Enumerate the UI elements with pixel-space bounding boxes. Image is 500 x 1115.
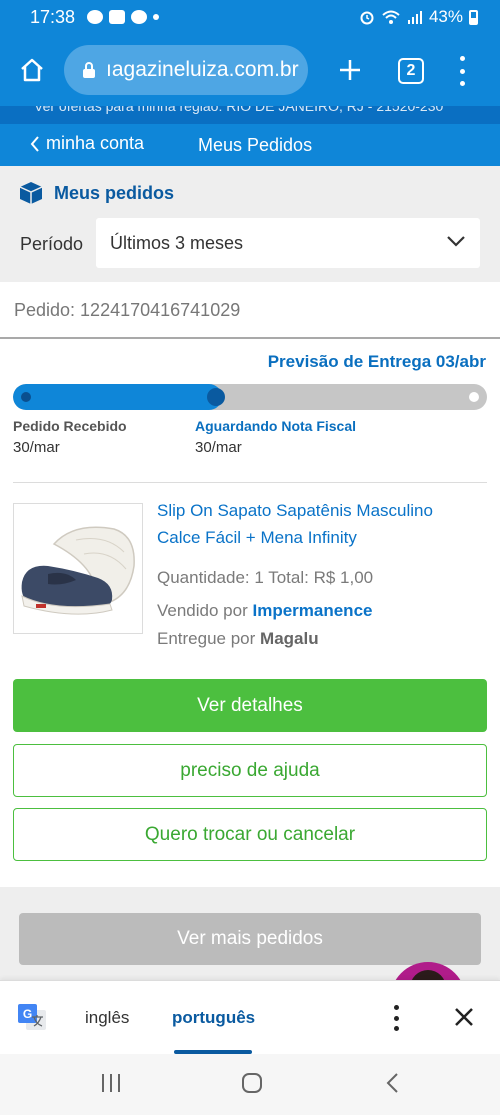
recents-bar xyxy=(102,1074,104,1092)
seller-link[interactable]: Impermanence xyxy=(252,601,372,620)
translate-bar: G inglês português xyxy=(0,980,500,1054)
status-time: 17:38 xyxy=(30,6,76,27)
home-button[interactable] xyxy=(0,34,64,106)
close-icon[interactable] xyxy=(452,1005,476,1029)
menu-dot xyxy=(393,1026,399,1031)
notification-icons xyxy=(87,10,160,24)
region-banner-text: Ver ofertas para minha região: RIO DE JA… xyxy=(34,106,444,114)
google-translate-icon: G xyxy=(18,1004,46,1030)
progress-end-dot xyxy=(469,392,479,402)
menu-dot xyxy=(459,81,465,86)
deliverer-name: Magalu xyxy=(260,629,319,648)
home-icon xyxy=(21,58,43,82)
chevron-down-icon xyxy=(447,236,465,247)
menu-dot xyxy=(393,1005,399,1010)
system-status: 43% xyxy=(359,7,478,27)
menu-dot xyxy=(393,1015,399,1021)
order-number: Pedido: 1224170416741029 xyxy=(14,300,241,320)
delivered-by-label: Entregue por xyxy=(157,629,256,648)
seller-line: Vendido por Impermanence xyxy=(157,601,372,621)
lock-icon xyxy=(83,62,95,78)
section-title: Meus pedidos xyxy=(18,180,174,206)
page-nav-bar: minha conta Meus Pedidos xyxy=(0,124,500,166)
region-banner[interactable]: Ver ofertas para minha região: RIO DE JA… xyxy=(0,106,500,124)
alarm-icon xyxy=(360,11,374,25)
back-to-account-link[interactable]: minha conta xyxy=(30,133,144,154)
tab-switcher-button[interactable]: 2 xyxy=(398,58,424,84)
need-help-button[interactable]: preciso de ajuda xyxy=(13,744,487,797)
progress-current-marker xyxy=(206,388,225,406)
translate-menu-button[interactable] xyxy=(386,1005,406,1031)
sold-by-label: Vendido por xyxy=(157,601,248,620)
shoe-image xyxy=(14,504,142,633)
section-title-label: Meus pedidos xyxy=(54,182,175,203)
chevron-left-icon xyxy=(30,135,39,152)
menu-dot xyxy=(459,56,465,61)
step-awaiting-invoice: Aguardando Nota Fiscal 30/mar xyxy=(195,415,356,459)
divider xyxy=(0,337,500,339)
period-select[interactable]: Últimos 3 meses xyxy=(96,218,480,268)
wifi-icon xyxy=(382,10,400,24)
menu-dot xyxy=(459,68,465,74)
back-link-label: minha conta xyxy=(46,133,145,153)
app-notification-icon xyxy=(109,10,126,24)
battery-icon xyxy=(469,9,478,25)
new-tab-button[interactable] xyxy=(334,50,366,90)
battery-percent: 43% xyxy=(428,7,463,26)
address-bar[interactable]: ıagazineluiza.com.br xyxy=(64,45,308,95)
recents-bar xyxy=(118,1074,120,1092)
url-text: ıagazineluiza.com.br xyxy=(106,58,299,81)
system-back-icon[interactable] xyxy=(384,1072,400,1094)
recents-bar xyxy=(110,1074,112,1092)
step-received: Pedido Recebido 30/mar xyxy=(13,415,127,459)
step-date: 30/mar xyxy=(195,439,242,456)
box-icon xyxy=(19,182,43,204)
step-date: 30/mar xyxy=(13,439,60,456)
exchange-cancel-button[interactable]: Quero trocar ou cancelar xyxy=(13,808,487,861)
more-orders-button[interactable]: Ver mais pedidos xyxy=(19,913,481,965)
system-home-button[interactable] xyxy=(242,1073,262,1093)
quantity-total: Quantidade: 1 Total: R$ 1,00 xyxy=(157,568,374,587)
step-label: Aguardando Nota Fiscal xyxy=(195,418,357,434)
period-label: Período xyxy=(20,234,84,254)
system-navigation-bar xyxy=(0,1054,500,1115)
period-select-value: Últimos 3 meses xyxy=(110,232,244,253)
product-image[interactable] xyxy=(13,503,143,634)
recent-apps-button[interactable] xyxy=(102,1074,120,1092)
order-progress-fill xyxy=(13,384,222,410)
plus-icon xyxy=(340,60,360,80)
browser-menu-button[interactable] xyxy=(450,54,474,88)
view-details-button[interactable]: Ver detalhes xyxy=(13,679,487,732)
message-icon xyxy=(87,10,104,24)
orders-filter: Meus pedidos Período Últimos 3 meses xyxy=(0,166,500,282)
delivered-by-line: Entregue por Magalu xyxy=(157,629,319,649)
order-progress-track xyxy=(13,384,487,410)
signal-icon xyxy=(407,11,422,24)
step-label: Pedido Recebido xyxy=(13,418,127,434)
divider xyxy=(13,482,487,483)
more-notifications-icon xyxy=(153,14,160,20)
product-name-link[interactable]: Slip On Sapato Sapatênis Masculino Calce… xyxy=(157,497,477,551)
browser-toolbar: ıagazineluiza.com.br 2 xyxy=(0,34,500,106)
source-language-tab[interactable]: inglês xyxy=(85,1008,129,1028)
status-bar: 17:38 43% xyxy=(0,0,500,34)
progress-start-dot xyxy=(21,392,31,402)
notification-icon xyxy=(131,10,148,24)
svg-text:G: G xyxy=(23,1007,32,1021)
delivery-forecast: Previsão de Entrega 03/abr xyxy=(267,352,486,371)
page-title: Meus Pedidos xyxy=(198,135,313,155)
target-language-tab[interactable]: português xyxy=(172,1008,255,1028)
